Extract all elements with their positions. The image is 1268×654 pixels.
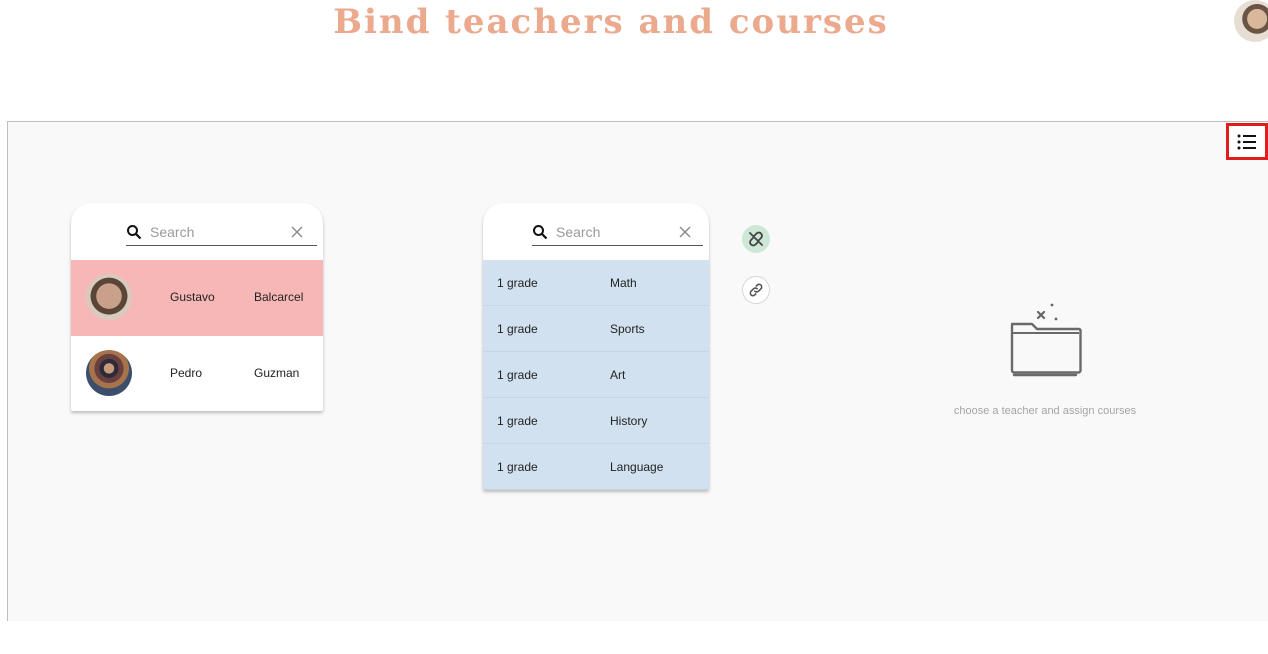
user-avatar[interactable]: [1234, 0, 1268, 42]
empty-folder-icon: [1010, 303, 1082, 377]
teacher-first-name: Pedro: [170, 366, 203, 380]
empty-state-message: choose a teacher and assign courses: [953, 405, 1137, 417]
teacher-search-box: [126, 219, 317, 246]
search-icon: [533, 225, 548, 240]
link-button[interactable]: [742, 276, 770, 304]
course-grade: 1 grade: [497, 368, 538, 382]
course-name: Math: [610, 276, 637, 290]
course-grade: 1 grade: [497, 460, 538, 474]
course-grade: 1 grade: [497, 322, 538, 336]
course-row[interactable]: 1 grade Art: [483, 352, 709, 398]
course-name: Language: [610, 460, 664, 474]
course-row[interactable]: 1 grade Language: [483, 444, 709, 490]
teacher-search-input[interactable]: [150, 224, 291, 240]
course-search-box: [532, 219, 703, 246]
link-off-icon: [749, 231, 763, 247]
teacher-last-name: Guzman: [254, 366, 300, 380]
teacher-avatar: [86, 350, 132, 396]
link-icon: [749, 283, 763, 297]
course-grade: 1 grade: [497, 414, 538, 428]
course-row[interactable]: 1 grade Sports: [483, 306, 709, 352]
course-grade: 1 grade: [497, 276, 538, 290]
teacher-first-name: Gustavo: [170, 290, 215, 304]
clear-search-icon[interactable]: [291, 226, 303, 238]
teacher-row[interactable]: Gustavo Balcarcel: [71, 260, 323, 336]
course-name: Art: [610, 368, 626, 382]
teacher-last-name: Balcarcel: [254, 290, 304, 304]
search-icon: [127, 225, 142, 240]
course-name: History: [610, 414, 648, 428]
course-name: Sports: [610, 322, 645, 336]
teacher-avatar: [86, 274, 132, 320]
page-title: Bind teachers and courses: [333, 2, 889, 42]
clear-search-icon[interactable]: [679, 226, 691, 238]
unlink-button[interactable]: [742, 225, 770, 253]
menu-list-button[interactable]: [1226, 123, 1268, 160]
course-row[interactable]: 1 grade Math: [483, 260, 709, 306]
teacher-row[interactable]: Pedro Guzman: [71, 336, 323, 411]
teachers-panel: Gustavo Balcarcel Pedro Guzman: [71, 203, 323, 411]
courses-panel: 1 grade Math 1 grade Sports 1 grade Art …: [483, 203, 709, 490]
list-icon: [1237, 134, 1256, 149]
course-search-input[interactable]: [556, 224, 679, 240]
course-row[interactable]: 1 grade History: [483, 398, 709, 444]
